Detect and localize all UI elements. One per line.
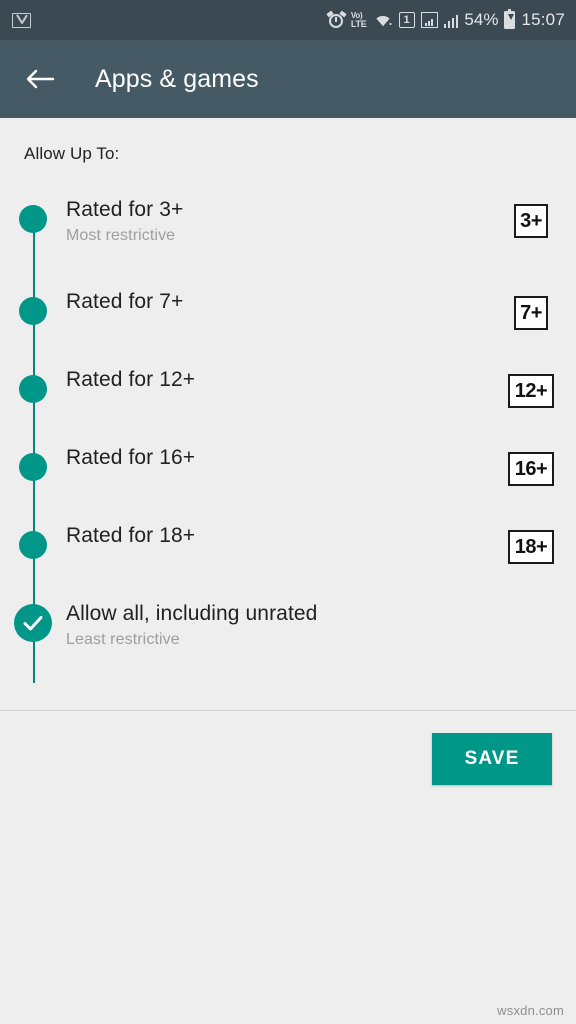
- marker-column: [0, 440, 66, 481]
- list-item[interactable]: Rated for 7+ 7+: [0, 284, 576, 362]
- signal-icon: [443, 13, 459, 28]
- rating-badge: 18+: [508, 530, 554, 564]
- page-title: Apps & games: [95, 64, 259, 93]
- list-item-title: Allow all, including unrated: [66, 602, 318, 625]
- list-item-title: Rated for 12+: [66, 368, 196, 391]
- volte-bottom-label: LTE: [350, 18, 367, 29]
- signal-boxed-icon: [420, 12, 438, 28]
- marker-column: [0, 192, 66, 233]
- list-item-title: Rated for 3+: [66, 198, 184, 221]
- content-area: Allow Up To: Rated for 3+ Most restricti…: [0, 118, 576, 785]
- list-item-text: Rated for 12+: [66, 362, 486, 392]
- list-item-text: Rated for 16+: [66, 440, 486, 470]
- badge-column: [486, 596, 576, 608]
- list-item-subtitle: Most restrictive: [66, 227, 176, 245]
- list-item[interactable]: Rated for 3+ Most restrictive 3+: [0, 192, 576, 284]
- list-item[interactable]: Rated for 12+ 12+: [0, 362, 576, 440]
- back-button[interactable]: [22, 61, 58, 97]
- badge-column: 16+: [486, 440, 576, 486]
- status-bar-right: Vo) LTE 1 54% 15:07: [326, 8, 565, 30]
- rating-badge: 12+: [508, 374, 554, 408]
- radio-dot[interactable]: [19, 297, 47, 325]
- list-item-text: Rated for 7+: [66, 284, 486, 314]
- list-item-selected[interactable]: Allow all, including unrated Least restr…: [0, 596, 576, 688]
- rating-badge: 3+: [514, 204, 548, 238]
- marker-column: [0, 518, 66, 559]
- check-circle-icon[interactable]: [14, 604, 52, 642]
- radio-dot[interactable]: [19, 453, 47, 481]
- list-item-title: Rated for 18+: [66, 524, 196, 547]
- wifi-icon: [373, 13, 393, 28]
- status-bar: Vo) LTE 1 54% 15:07: [0, 0, 576, 40]
- footer-actions: SAVE: [0, 711, 576, 785]
- list-item-title: Rated for 7+: [66, 290, 184, 313]
- list-item-text: Rated for 3+ Most restrictive: [66, 192, 486, 245]
- alarm-icon: [326, 10, 347, 29]
- list-item-subtitle: Least restrictive: [66, 631, 180, 649]
- badge-column: 7+: [486, 284, 576, 330]
- list-item[interactable]: Rated for 18+ 18+: [0, 518, 576, 596]
- watermark: wsxdn.com: [497, 1003, 564, 1018]
- radio-dot[interactable]: [19, 375, 47, 403]
- status-bar-left: [12, 12, 31, 28]
- badge-column: 18+: [486, 518, 576, 564]
- marker-column: [0, 596, 66, 642]
- clock: 15:07: [521, 10, 565, 29]
- rating-badge: 16+: [508, 452, 554, 486]
- gmail-icon: [12, 12, 31, 28]
- marker-column: [0, 284, 66, 325]
- rating-badge: 7+: [514, 296, 548, 330]
- sim1-icon: 1: [398, 12, 415, 28]
- list-item[interactable]: Rated for 16+ 16+: [0, 440, 576, 518]
- section-label: Allow Up To:: [24, 144, 120, 163]
- sim-label: 1: [403, 13, 410, 26]
- volte-icon: Vo) LTE: [350, 11, 367, 29]
- list-item-text: Rated for 18+: [66, 518, 486, 548]
- battery-percent: 54%: [464, 10, 499, 29]
- battery-charging-icon: [504, 8, 516, 29]
- badge-column: 3+: [486, 192, 576, 238]
- save-button[interactable]: SAVE: [432, 733, 552, 785]
- radio-dot[interactable]: [19, 531, 47, 559]
- rating-options-list: Rated for 3+ Most restrictive 3+ Rated f…: [0, 192, 576, 706]
- badge-column: 12+: [486, 362, 576, 408]
- app-bar: Apps & games: [0, 40, 576, 118]
- list-item-title: Rated for 16+: [66, 446, 196, 469]
- list-item-text: Allow all, including unrated Least restr…: [66, 596, 486, 649]
- marker-column: [0, 362, 66, 403]
- radio-dot[interactable]: [19, 205, 47, 233]
